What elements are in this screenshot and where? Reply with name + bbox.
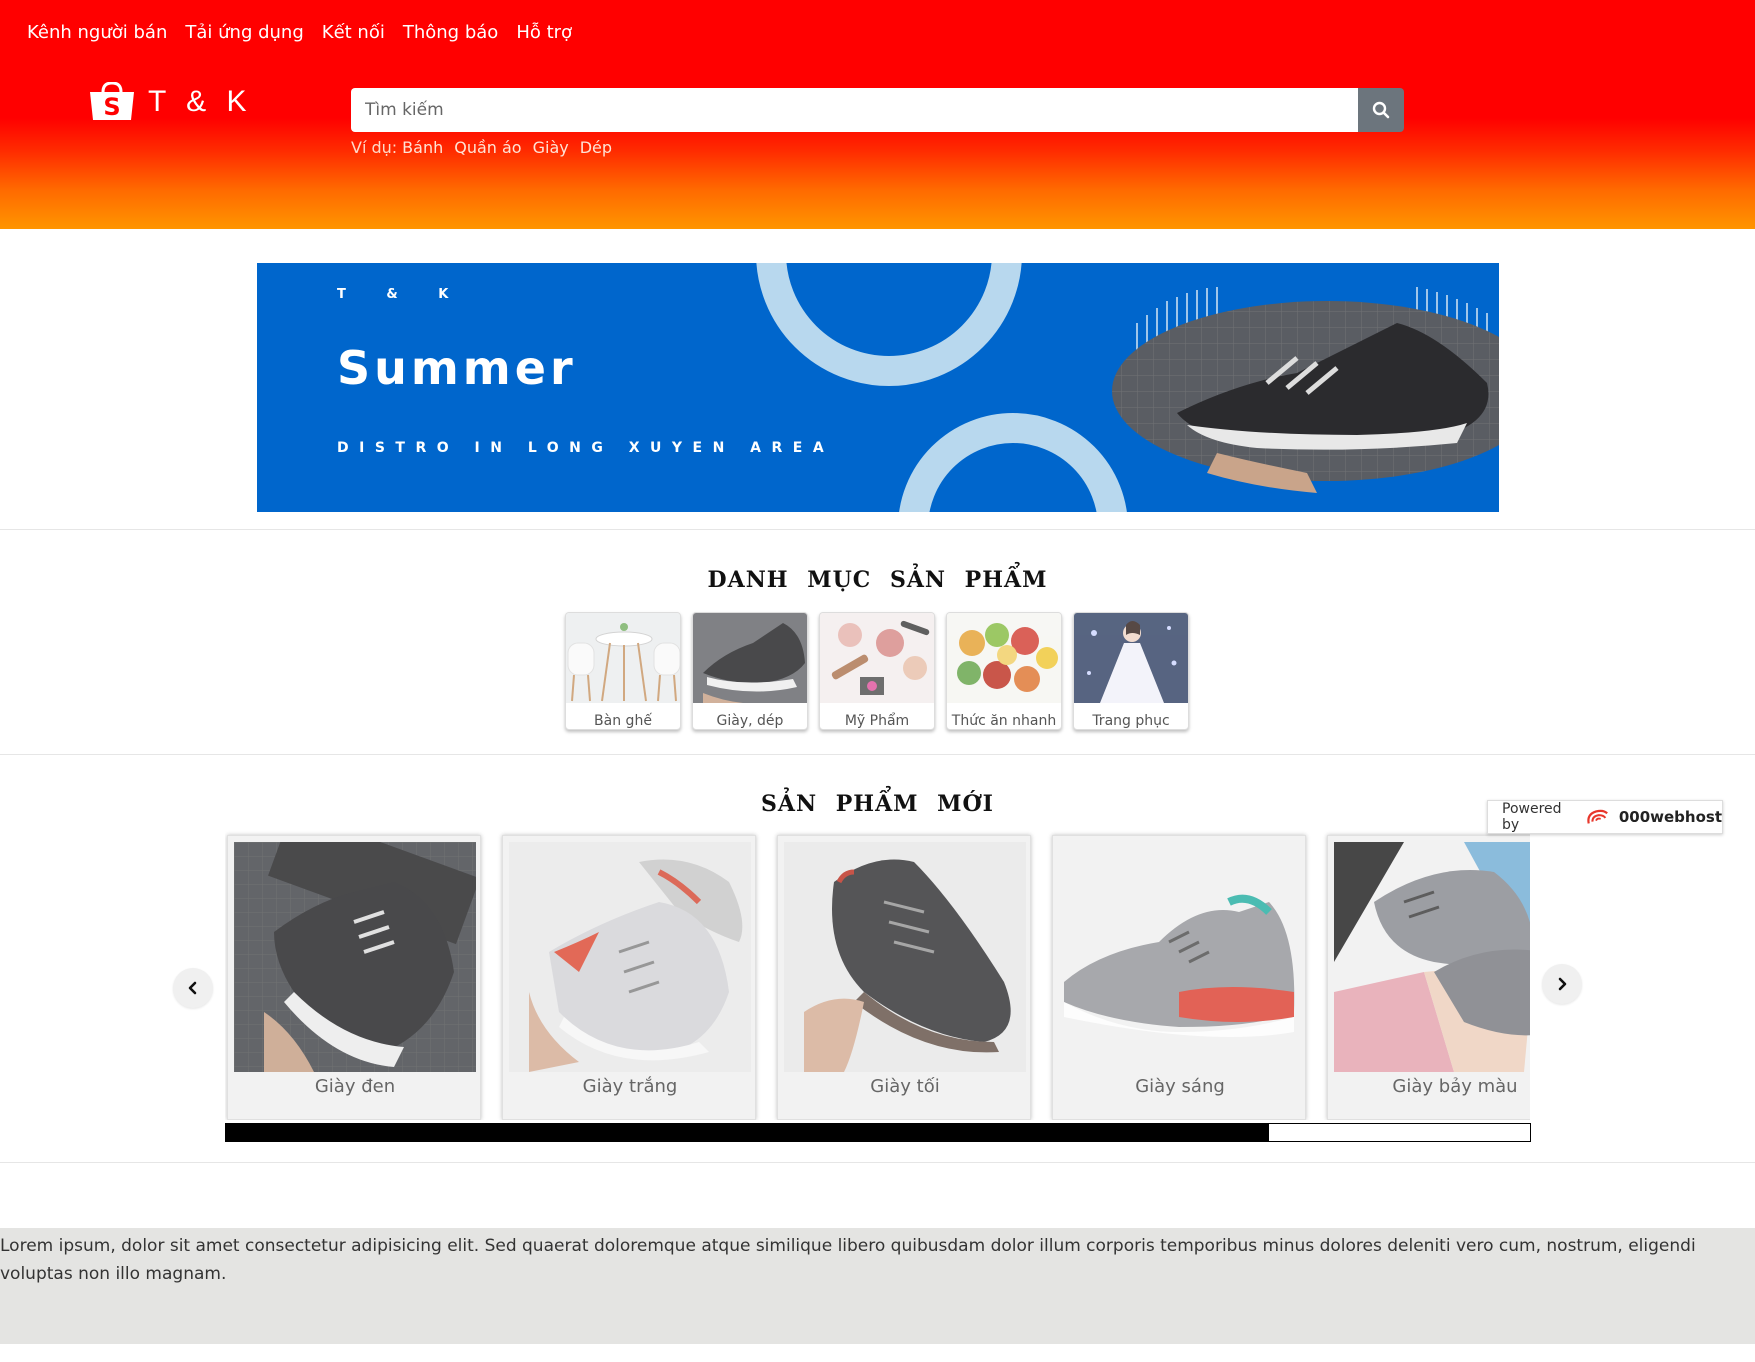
nav-connect[interactable]: Kết nối bbox=[322, 22, 385, 43]
categories-title: DANH MỤC SẢN PHẨM bbox=[707, 567, 1048, 593]
logo-text: T & K bbox=[148, 85, 253, 118]
nav-notifications[interactable]: Thông báo bbox=[403, 22, 498, 43]
banner-headline: Summer bbox=[337, 341, 577, 395]
chevron-left-icon bbox=[188, 981, 197, 995]
suggest-keyword[interactable]: Quần áo bbox=[454, 138, 521, 157]
product-image-dark-shoe bbox=[784, 842, 1026, 1072]
category-label: Giày, dép bbox=[716, 713, 784, 729]
shopping-bag-icon: S bbox=[86, 81, 138, 122]
category-label: Mỹ Phẩm bbox=[844, 713, 910, 729]
chevron-right-icon bbox=[1558, 977, 1567, 991]
carousel-next-button[interactable] bbox=[1542, 964, 1582, 1004]
category-card[interactable]: Trang phục bbox=[1073, 612, 1189, 730]
category-card[interactable]: Bàn ghế bbox=[565, 612, 681, 730]
footer: Lorem ipsum, dolor sit amet consectetur … bbox=[0, 1228, 1755, 1344]
nav-download-app[interactable]: Tải ứng dụng bbox=[185, 22, 303, 43]
suggest-keyword[interactable]: Giày bbox=[533, 138, 569, 157]
section-divider bbox=[0, 529, 1755, 530]
banner-brand: T & K bbox=[337, 287, 467, 302]
product-image-white-shoe bbox=[509, 842, 751, 1072]
search-bar bbox=[351, 88, 1404, 132]
product-label: Giày trắng bbox=[582, 1076, 678, 1097]
product-card[interactable]: Giày sáng bbox=[1052, 835, 1306, 1120]
product-card[interactable]: Giày đen bbox=[227, 835, 481, 1120]
product-label: Giày tối bbox=[870, 1076, 940, 1097]
product-image-black-shoe bbox=[234, 842, 476, 1072]
svg-text:S: S bbox=[103, 93, 120, 121]
progress-fill bbox=[226, 1124, 1270, 1141]
category-label: Bàn ghế bbox=[594, 713, 652, 729]
category-card[interactable]: Giày, dép bbox=[692, 612, 808, 730]
product-label: Giày đen bbox=[314, 1076, 396, 1097]
powered-by-badge[interactable]: Powered by 000webhost bbox=[1487, 800, 1723, 834]
suggest-keyword[interactable]: Bánh bbox=[402, 138, 443, 157]
category-image-furniture bbox=[566, 613, 680, 703]
category-card[interactable]: Mỹ Phẩm bbox=[819, 612, 935, 730]
site-header: Kênh người bán Tải ứng dụng Kết nối Thôn… bbox=[0, 0, 1755, 229]
promo-banner[interactable]: T & K Summer DISTRO IN LONG XUYEN AREA bbox=[257, 263, 1499, 512]
category-card[interactable]: Thức ăn nhanh bbox=[946, 612, 1062, 730]
search-button[interactable] bbox=[1358, 88, 1404, 132]
product-card[interactable]: Giày trắng bbox=[502, 835, 756, 1120]
product-card[interactable]: Giày bảy màu bbox=[1327, 835, 1530, 1120]
powered-brand: 000webhost bbox=[1618, 808, 1722, 826]
category-list: Bàn ghế Giày, dép Mỹ Phẩm Thức ăn nhanh … bbox=[565, 612, 1189, 730]
footer-text: Lorem ipsum, dolor sit amet consectetur … bbox=[0, 1236, 1696, 1284]
section-divider bbox=[0, 1162, 1755, 1163]
product-label: Giày bảy màu bbox=[1392, 1076, 1518, 1097]
top-nav: Kênh người bán Tải ứng dụng Kết nối Thôn… bbox=[27, 22, 572, 43]
search-icon bbox=[1372, 101, 1390, 119]
carousel-prev-button[interactable] bbox=[173, 968, 213, 1008]
powered-label: Powered by bbox=[1502, 801, 1562, 833]
category-image-fast-food bbox=[947, 613, 1061, 703]
nav-support[interactable]: Hỗ trợ bbox=[516, 22, 572, 43]
banner-subline: DISTRO IN LONG XUYEN AREA bbox=[337, 440, 835, 456]
product-label: Giày sáng bbox=[1135, 1076, 1225, 1097]
category-label: Thức ăn nhanh bbox=[951, 713, 1057, 729]
category-image-clothing bbox=[1074, 613, 1188, 703]
suggest-keyword[interactable]: Dép bbox=[580, 138, 612, 157]
search-input[interactable] bbox=[351, 88, 1358, 132]
product-image-light-shoe bbox=[1059, 842, 1301, 1072]
category-image-shoes bbox=[693, 613, 807, 703]
nav-seller-channel[interactable]: Kênh người bán bbox=[27, 22, 167, 43]
site-logo[interactable]: S T & K bbox=[86, 81, 253, 122]
section-divider bbox=[0, 754, 1755, 755]
webhost-logo-icon bbox=[1587, 809, 1608, 824]
suggest-label: Ví dụ: bbox=[351, 138, 398, 157]
new-products-carousel: Giày đen Giày trắng Giày tối Giày sáng G… bbox=[225, 830, 1530, 1120]
category-image-cosmetics bbox=[820, 613, 934, 703]
product-image-multicolor-shoe bbox=[1334, 842, 1530, 1072]
carousel-scroll-progress[interactable] bbox=[225, 1123, 1531, 1142]
product-card[interactable]: Giày tối bbox=[777, 835, 1031, 1120]
category-label: Trang phục bbox=[1092, 713, 1170, 729]
search-suggestions: Ví dụ: Bánh Quần áo Giày Dép bbox=[351, 138, 612, 157]
